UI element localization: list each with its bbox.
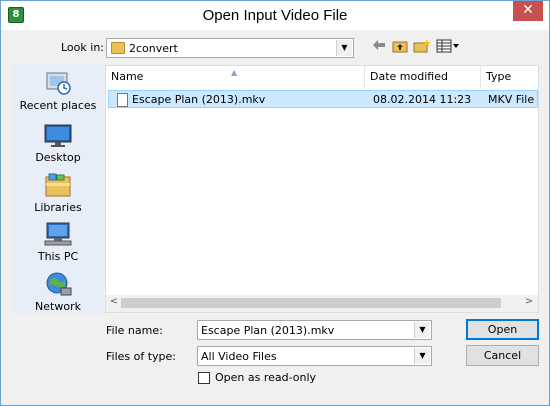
- filename-label: File name:: [106, 324, 163, 337]
- place-label: Desktop: [35, 151, 81, 164]
- title-bar: 8 Open Input Video File ✕: [1, 1, 549, 31]
- readonly-checkbox[interactable]: [198, 372, 210, 384]
- recent-places-icon: [46, 72, 71, 95]
- place-label: This PC: [37, 250, 79, 263]
- close-button[interactable]: ✕: [513, 1, 543, 21]
- scroll-left-icon[interactable]: <: [107, 296, 121, 307]
- scroll-right-icon[interactable]: >: [522, 296, 536, 307]
- window-title: Open Input Video File: [202, 7, 348, 24]
- desktop-icon: [44, 124, 72, 147]
- new-folder-icon-graphic: [413, 39, 431, 53]
- lookin-dropdown[interactable]: 2convert ▼: [106, 38, 354, 58]
- file-list[interactable]: Name ▲ Date modified Type Escape Plan (2…: [105, 65, 539, 313]
- filename-value: Escape Plan (2013).mkv: [201, 324, 335, 337]
- back-arrow-icon-graphic: [373, 40, 385, 50]
- folder-icon: [111, 42, 125, 54]
- filetype-select[interactable]: All Video Files ▼: [197, 346, 432, 366]
- column-header-label: Type: [486, 70, 512, 83]
- readonly-label: Open as read-only: [215, 371, 317, 384]
- sort-ascending-icon: ▲: [231, 68, 238, 77]
- file-date-modified: 08.02.2014 11:23: [373, 93, 472, 106]
- place-network[interactable]: Network: [13, 271, 103, 313]
- this-pc-icon: [44, 222, 72, 246]
- lookin-value: 2convert: [129, 42, 178, 55]
- place-desktop[interactable]: Desktop: [13, 122, 103, 164]
- place-this-pc[interactable]: This PC: [13, 221, 103, 263]
- column-header-date-modified[interactable]: Date modified: [365, 66, 481, 88]
- place-label: Libraries: [34, 201, 82, 214]
- file-row-selected[interactable]: Escape Plan (2013).mkv 08.02.2014 11:23 …: [108, 90, 538, 108]
- network-icon: [46, 272, 72, 296]
- chevron-down-icon[interactable]: ▼: [336, 40, 352, 56]
- back-arrow-icon[interactable]: [369, 39, 389, 57]
- file-name: Escape Plan (2013).mkv: [132, 93, 266, 106]
- video-file-icon: [117, 93, 128, 107]
- filename-input[interactable]: Escape Plan (2013).mkv ▼: [197, 320, 432, 340]
- place-label: Network: [35, 300, 81, 313]
- scrollbar-thumb[interactable]: [121, 298, 501, 308]
- up-folder-icon-graphic: [392, 41, 408, 53]
- column-header-label: Name: [111, 70, 144, 83]
- place-libraries[interactable]: Libraries: [13, 172, 103, 214]
- column-header-name[interactable]: Name ▲: [106, 66, 365, 88]
- view-menu-icon[interactable]: [435, 39, 461, 57]
- libraries-icon: [45, 173, 71, 197]
- place-label: Recent places: [19, 99, 97, 112]
- column-header-type[interactable]: Type: [481, 66, 538, 88]
- place-recent-places[interactable]: Recent places: [13, 70, 103, 112]
- filetype-value: All Video Files: [201, 350, 277, 363]
- column-header-label: Date modified: [370, 70, 448, 83]
- open-file-dialog: 8 Open Input Video File ✕ Look in: 2conv…: [0, 0, 550, 406]
- lookin-label: Look in:: [61, 41, 104, 54]
- file-type: MKV File: [488, 93, 535, 106]
- chevron-down-icon[interactable]: ▼: [414, 322, 430, 338]
- chevron-down-icon[interactable]: ▼: [414, 348, 430, 364]
- places-bar: Recent places Desktop Libraries This PC …: [13, 64, 103, 314]
- up-folder-icon[interactable]: [390, 39, 410, 57]
- filetype-label: Files of type:: [106, 350, 177, 363]
- new-folder-icon[interactable]: [412, 39, 432, 57]
- view-menu-icon-graphic: [436, 39, 459, 53]
- open-button[interactable]: Open: [466, 319, 539, 340]
- cancel-button[interactable]: Cancel: [466, 345, 539, 366]
- horizontal-scrollbar[interactable]: < >: [106, 295, 538, 312]
